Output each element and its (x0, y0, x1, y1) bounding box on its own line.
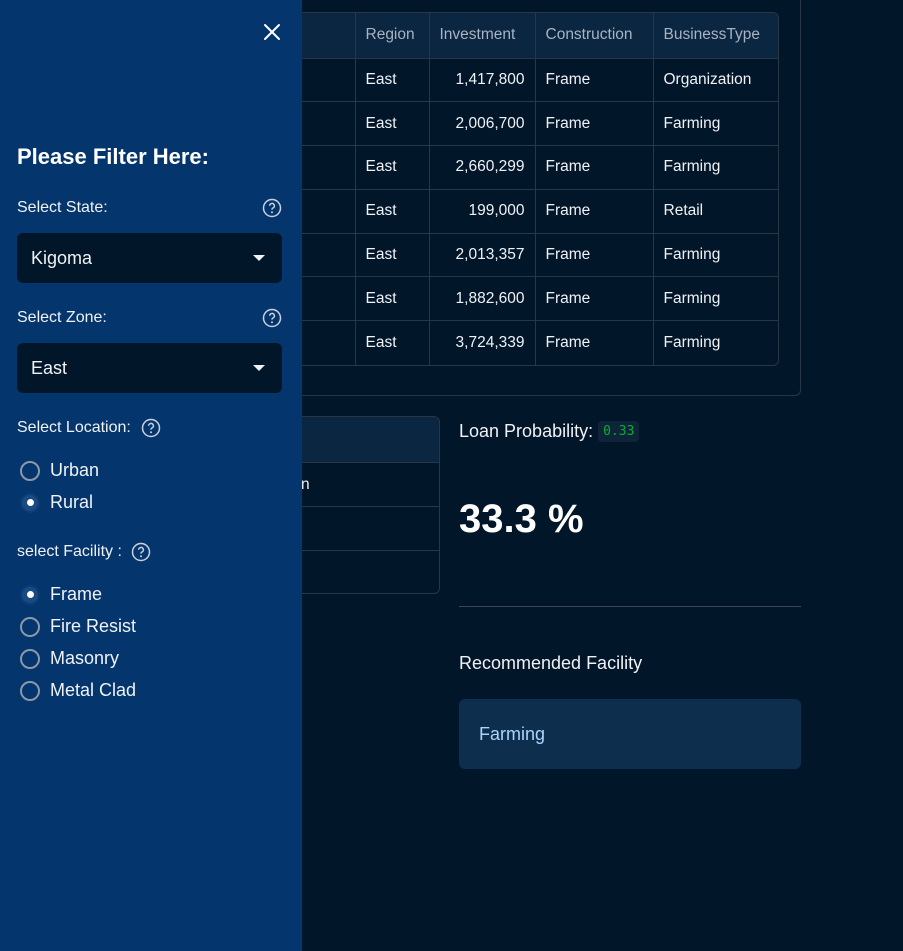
table-cell: 3,724,339 (429, 320, 536, 365)
close-icon[interactable] (262, 22, 282, 42)
facility-option-metal-clad[interactable]: Metal Clad (20, 680, 136, 701)
column-header-businesstype[interactable]: BusinessType (653, 13, 778, 59)
table-cell: East (355, 320, 430, 365)
radio-label: Fire Resist (50, 616, 137, 636)
table-cell: Retail (653, 189, 778, 234)
sidebar: Please Filter Here: Select State: Kigoma… (0, 0, 302, 951)
table-cell: Frame (535, 320, 654, 365)
radio-button-selected[interactable] (20, 584, 40, 605)
table-cell: East (355, 58, 430, 103)
table-cell: Frame (535, 58, 654, 103)
table-cell: East (355, 101, 430, 147)
facility-label: select Facility : (17, 543, 122, 560)
location-label: Select Location: (17, 419, 131, 436)
table-cell: Frame (535, 276, 654, 322)
help-icon[interactable] (262, 308, 282, 328)
table-cell: 2,660,299 (429, 145, 536, 190)
divider (459, 606, 801, 607)
loan-probability-text: Loan Probability: (459, 421, 594, 441)
column-header-region[interactable]: Region (355, 13, 430, 59)
recommended-facility-box: Farming (459, 699, 801, 769)
radio-button[interactable] (20, 460, 40, 481)
table-cell: Frame (535, 145, 654, 190)
facility-option-frame[interactable]: Frame (20, 584, 102, 605)
table-cell: 2,006,700 (429, 101, 536, 147)
sidebar-title: Please Filter Here: (17, 144, 209, 169)
radio-button[interactable] (20, 648, 40, 669)
radio-button-selected[interactable] (20, 492, 40, 513)
table-cell: 1,417,800 (429, 58, 536, 103)
table-cell: East (355, 145, 430, 190)
recommended-facility-label: Recommended Facility (459, 653, 643, 673)
loan-probability-percent: 33.3 % (459, 497, 584, 541)
radio-label: Urban (50, 460, 100, 480)
loan-probability-code: 0.33 (598, 421, 640, 442)
table-cell: 1,882,600 (429, 276, 536, 322)
table-cell: Farming (653, 276, 778, 322)
location-option-rural[interactable]: Rural (20, 492, 93, 513)
loan-probability-label: Loan Probability: 0.33 (459, 421, 640, 442)
table-cell: East (355, 276, 430, 322)
table-cell: Organization (653, 58, 778, 103)
zone-select-value: East (31, 358, 68, 378)
radio-label: Metal Clad (50, 680, 137, 700)
help-icon[interactable] (131, 542, 151, 562)
radio-label: Masonry (50, 648, 120, 668)
radio-label: Rural (50, 492, 94, 512)
table-cell: Farming (653, 101, 778, 147)
state-select[interactable]: Kigoma (17, 233, 282, 283)
radio-button[interactable] (20, 680, 40, 701)
column-header-investment[interactable]: Investment (429, 13, 536, 59)
table-cell: 2,013,357 (429, 233, 536, 278)
table-cell: Frame (535, 101, 654, 147)
help-icon[interactable] (141, 418, 161, 438)
state-select-value: Kigoma (31, 248, 93, 268)
table-cell: Farming (653, 320, 778, 365)
facility-option-masonry[interactable]: Masonry (20, 648, 119, 669)
table-cell: 199,000 (429, 189, 536, 234)
zone-select[interactable]: East (17, 343, 282, 393)
zone-label: Select Zone: (17, 309, 107, 326)
table-cell: Frame (535, 233, 654, 278)
table-cell: Farming (653, 145, 778, 190)
table-cell: Frame (535, 189, 654, 234)
table-cell: East (355, 233, 430, 278)
state-label: Select State: (17, 199, 108, 216)
radio-button[interactable] (20, 616, 40, 637)
location-option-urban[interactable]: Urban (20, 460, 99, 481)
column-header-construction[interactable]: Construction (535, 13, 654, 59)
help-icon[interactable] (262, 198, 282, 218)
chevron-down-icon (253, 255, 265, 261)
facility-option-fire-resist[interactable]: Fire Resist (20, 616, 136, 637)
table-cell: Farming (653, 233, 778, 278)
radio-label: Frame (50, 584, 103, 604)
chevron-down-icon (253, 365, 265, 371)
table-cell: East (355, 189, 430, 234)
